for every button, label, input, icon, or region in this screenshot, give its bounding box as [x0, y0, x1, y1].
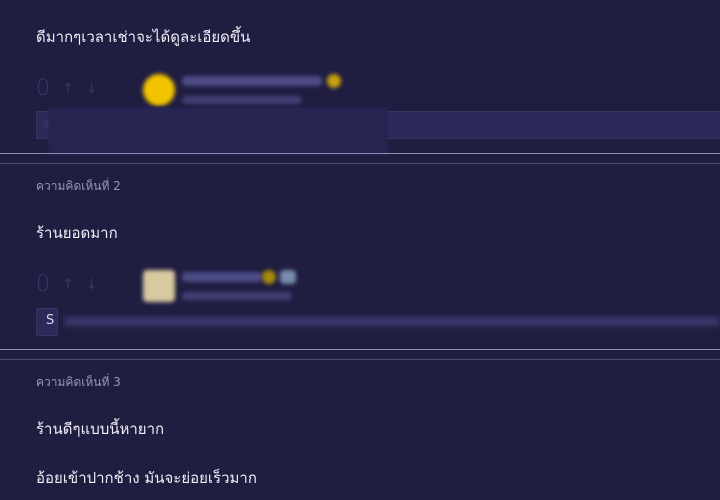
divider [0, 349, 720, 350]
dropdown-blurred [48, 107, 388, 155]
comment-number-label: ความคิดเห็นที่ 2 [36, 179, 121, 193]
timestamp-blurred [182, 96, 302, 104]
downvote-icon[interactable]: ↓ [86, 277, 98, 293]
timestamp-blurred [182, 292, 292, 300]
badge-icon [327, 74, 341, 88]
vote-controls: 0 ↑ ↓ [36, 272, 97, 297]
username-blurred [182, 272, 262, 282]
vote-count: 0 [36, 272, 50, 297]
badge-icon [262, 270, 276, 284]
vote-count: 0 [36, 76, 50, 101]
upvote-icon[interactable]: ↑ [62, 81, 74, 97]
upvote-icon[interactable]: ↑ [62, 277, 74, 293]
badge-icon [280, 270, 296, 284]
reply-initial: S [46, 313, 55, 328]
comment-text: ร้านยอดมาก [36, 224, 118, 242]
divider [0, 163, 720, 164]
avatar[interactable] [143, 270, 175, 302]
username-blurred [182, 76, 322, 86]
divider [0, 359, 720, 360]
comment-number-label: ความคิดเห็นที่ 3 [36, 375, 121, 389]
comment-text: ร้านดีๆแบบนี้หายาก [36, 420, 165, 438]
divider [0, 153, 720, 154]
avatar[interactable] [143, 74, 175, 106]
vote-controls: 0 ↑ ↓ [36, 76, 97, 101]
comment-text: ดีมากๆเวลาเช่าจะได้ดูละเอียดขึ้น [36, 28, 251, 46]
reply-text-blurred [64, 317, 720, 326]
downvote-icon[interactable]: ↓ [86, 81, 98, 97]
comment-text: อ้อยเข้าปากช้าง มันจะย่อยเร็วมาก [36, 469, 257, 487]
